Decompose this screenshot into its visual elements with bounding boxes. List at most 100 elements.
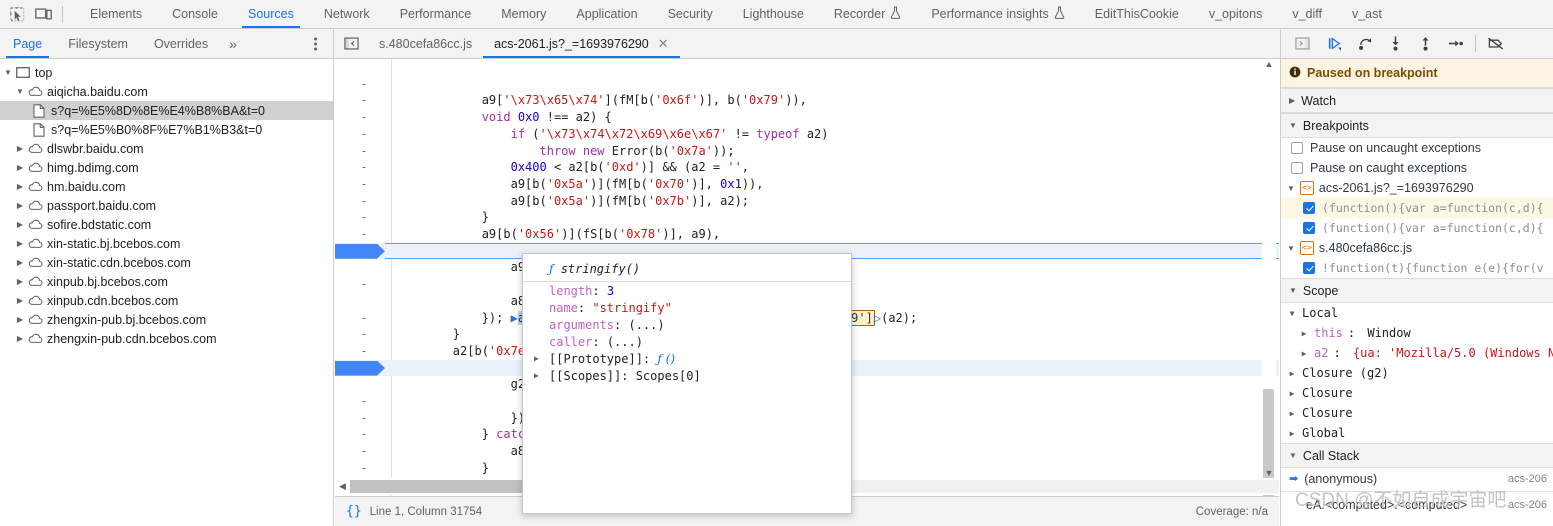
breakpoint-enabled-checkbox[interactable]: [1303, 222, 1315, 234]
step-button[interactable]: [1441, 31, 1469, 57]
tree-item-search-xiaomi[interactable]: s?q=%E5%B0%8F%E7%B1%B3&t=0: [0, 120, 333, 139]
section-header-breakpoints[interactable]: ▼ Breakpoints: [1281, 113, 1553, 138]
tab-application[interactable]: Application: [561, 0, 652, 28]
toggle-debugger-sidebar-icon[interactable]: [1285, 29, 1319, 58]
pause-on-caught-exceptions-row[interactable]: Pause on caught exceptions: [1281, 158, 1553, 178]
twisty-collapsed-icon[interactable]: ▶: [1287, 409, 1297, 418]
scope-closure-g2[interactable]: ▶ Closure (g2): [1281, 363, 1553, 383]
tree-item-aiqicha-baidu-com[interactable]: ▼ aiqicha.baidu.com: [0, 82, 333, 101]
twisty-expanded-icon[interactable]: ▼: [1287, 309, 1297, 318]
editor-tab-s480cefa86cc[interactable]: s.480cefa86cc.js: [368, 29, 483, 58]
scope-closure[interactable]: ▶ Closure: [1281, 403, 1553, 423]
step-out-of-current-function-button[interactable]: [1411, 31, 1439, 57]
tab-console[interactable]: Console: [157, 0, 233, 28]
pause-on-uncaught-exceptions-row[interactable]: Pause on uncaught exceptions: [1281, 138, 1553, 158]
twisty-collapsed-icon[interactable]: ▶: [14, 182, 26, 191]
tree-item-xin-static-cdn-bcebos-com[interactable]: ▶ xin-static.cdn.bcebos.com: [0, 253, 333, 272]
popover-property-name[interactable]: name: "stringify": [523, 299, 851, 316]
scroll-down-arrow-icon[interactable]: ▼: [1262, 468, 1276, 478]
tab-v-diff[interactable]: v_diff: [1277, 0, 1337, 28]
twisty-collapsed-icon[interactable]: ▶: [14, 277, 26, 286]
call-stack-frame-computed[interactable]: eA.<computed>.<computed> acs-206: [1281, 494, 1553, 515]
tab-recorder[interactable]: Recorder: [819, 0, 916, 28]
code-line[interactable]: - a9[b('0x5a')](fM[b('0x70')], 0x1)),: [335, 143, 1279, 191]
tab-sources[interactable]: Sources: [233, 0, 309, 28]
tree-item-dlswbr-baidu-com[interactable]: ▶ dlswbr.baidu.com: [0, 139, 333, 158]
tree-item-top[interactable]: ▼ top: [0, 63, 333, 82]
twisty-collapsed-icon[interactable]: ▶: [1299, 329, 1309, 338]
tree-item-xinpub-cdn-bcebos-com[interactable]: ▶ xinpub.cdn.bcebos.com: [0, 291, 333, 310]
tab-memory[interactable]: Memory: [486, 0, 561, 28]
twisty-collapsed-icon[interactable]: ▶: [534, 371, 539, 380]
object-preview-popover[interactable]: ƒ stringify() length: 3 name: "stringify…: [522, 253, 852, 514]
navigator-file-tree[interactable]: ▼ top ▼ aiqicha.baidu.com s?q=%E5%8D%8E%…: [0, 59, 334, 526]
popover-property-prototype[interactable]: ▶ [[Prototype]]: ƒ (): [523, 350, 851, 367]
twisty-collapsed-icon[interactable]: ▶: [1287, 389, 1297, 398]
toggle-navigator-panel-icon[interactable]: [334, 29, 368, 58]
popover-property-arguments[interactable]: arguments: (...): [523, 316, 851, 333]
breakpoint-group-s480cefa86cc[interactable]: ▼ <> s.480cefa86cc.js: [1281, 238, 1553, 258]
twisty-collapsed-icon[interactable]: ▶: [14, 315, 26, 324]
pause-on-caught-exceptions-checkbox[interactable]: [1291, 162, 1303, 174]
breakpoint-enabled-checkbox[interactable]: [1303, 262, 1315, 274]
tab-performance[interactable]: Performance: [385, 0, 487, 28]
scope-local[interactable]: ▼ Local: [1281, 303, 1553, 323]
close-icon[interactable]: ✕: [658, 36, 669, 52]
twisty-expanded-icon[interactable]: ▼: [1289, 451, 1297, 460]
tab-lighthouse[interactable]: Lighthouse: [728, 0, 819, 28]
twisty-collapsed-icon[interactable]: ▶: [14, 334, 26, 343]
tree-item-search-huawei[interactable]: s?q=%E5%8D%8E%E4%B8%BA&t=0: [0, 101, 333, 120]
code-line[interactable]: - a9[b('0x56')](fS[b('0x7c')], a9);: [335, 226, 1279, 275]
twisty-collapsed-icon[interactable]: ▶: [14, 144, 26, 153]
tab-security[interactable]: Security: [653, 0, 728, 28]
breakpoint-item[interactable]: (function(){var a=function(c,d){: [1281, 198, 1553, 218]
gutter-marker[interactable]: -: [349, 376, 379, 393]
tree-item-xin-static-bj-bcebos-com[interactable]: ▶ xin-static.bj.bcebos.com: [0, 234, 333, 253]
twisty-collapsed-icon[interactable]: ▶: [14, 239, 26, 248]
twisty-expanded-icon[interactable]: ▼: [1287, 244, 1295, 253]
section-header-call-stack[interactable]: ▼ Call Stack: [1281, 443, 1553, 468]
tree-item-hm-baidu-com[interactable]: ▶ hm.baidu.com: [0, 177, 333, 196]
scroll-up-arrow-icon[interactable]: ▲: [1262, 59, 1276, 69]
step-into-next-function-call-button[interactable]: [1381, 31, 1409, 57]
breakpoint-item[interactable]: !function(t){function e(e){for(v: [1281, 258, 1553, 278]
tree-item-zhengxin-pub-cdn-bcebos-com[interactable]: ▶ zhengxin-pub.cdn.bcebos.com: [0, 329, 333, 348]
navtab-page[interactable]: Page: [0, 29, 55, 58]
popover-property-caller[interactable]: caller: (...): [523, 333, 851, 350]
code-line[interactable]: - if ('\x73\x74\x72\x69\x6e\x67' != type…: [335, 92, 1279, 141]
tab-network[interactable]: Network: [309, 0, 385, 28]
code-line[interactable]: - throw new Error(b('0x7a'));: [335, 109, 1279, 158]
editor-tab-acs-2061[interactable]: acs-2061.js?_=1693976290 ✕: [483, 29, 680, 58]
scope-global[interactable]: ▶ Global: [1281, 423, 1553, 443]
navtab-filesystem[interactable]: Filesystem: [55, 29, 141, 58]
tab-v-ast[interactable]: v_ast: [1337, 0, 1397, 28]
breakpoint-group-acs-2061[interactable]: ▼ <> acs-2061.js?_=1693976290: [1281, 178, 1553, 198]
editor-vertical-scrollbar[interactable]: ▲ ▼: [1262, 59, 1276, 504]
step-over-next-function-call-button[interactable]: [1351, 31, 1379, 57]
code-line[interactable]: - a9['\x73\x65\x74'](fM[b('0x6f')], b('0…: [335, 59, 1279, 108]
twisty-collapsed-icon[interactable]: ▶: [1299, 349, 1309, 358]
twisty-expanded-icon[interactable]: ▼: [1289, 286, 1297, 295]
twisty-collapsed-icon[interactable]: ▶: [1287, 429, 1297, 438]
tab-v-opitons[interactable]: v_opitons: [1194, 0, 1278, 28]
twisty-collapsed-icon[interactable]: ▶: [14, 258, 26, 267]
twisty-expanded-icon[interactable]: ▼: [2, 68, 14, 77]
twisty-collapsed-icon[interactable]: ▶: [14, 220, 26, 229]
twisty-expanded-icon[interactable]: ▼: [1289, 121, 1297, 130]
twisty-collapsed-icon[interactable]: ▶: [534, 354, 539, 363]
tree-item-sofire-bdstatic-com[interactable]: ▶ sofire.bdstatic.com: [0, 215, 333, 234]
inspect-element-icon[interactable]: [4, 1, 30, 27]
twisty-collapsed-icon[interactable]: ▶: [14, 296, 26, 305]
code-line[interactable]: - }: [335, 176, 1279, 225]
tab-editthiscookie[interactable]: EditThisCookie: [1080, 0, 1194, 28]
code-line[interactable]: - 0x400 < a2[b('0xd')] && (a2 = '',: [335, 126, 1279, 175]
deactivate-breakpoints-button[interactable]: [1482, 31, 1510, 57]
popover-property-length[interactable]: length: 3: [523, 282, 851, 299]
section-header-scope[interactable]: ▼ Scope: [1281, 278, 1553, 303]
twisty-collapsed-icon[interactable]: ▶: [1287, 369, 1297, 378]
tree-item-zhengxin-pub-bj-bcebos-com[interactable]: ▶ zhengxin-pub.bj.bcebos.com: [0, 310, 333, 329]
tree-item-passport-baidu-com[interactable]: ▶ passport.baidu.com: [0, 196, 333, 215]
code-line[interactable]: - a9[b('0x5a')](fM[b('0x7b')], a2);: [335, 159, 1279, 208]
tab-elements[interactable]: Elements: [75, 0, 157, 28]
twisty-collapsed-icon[interactable]: ▶: [1289, 96, 1295, 105]
